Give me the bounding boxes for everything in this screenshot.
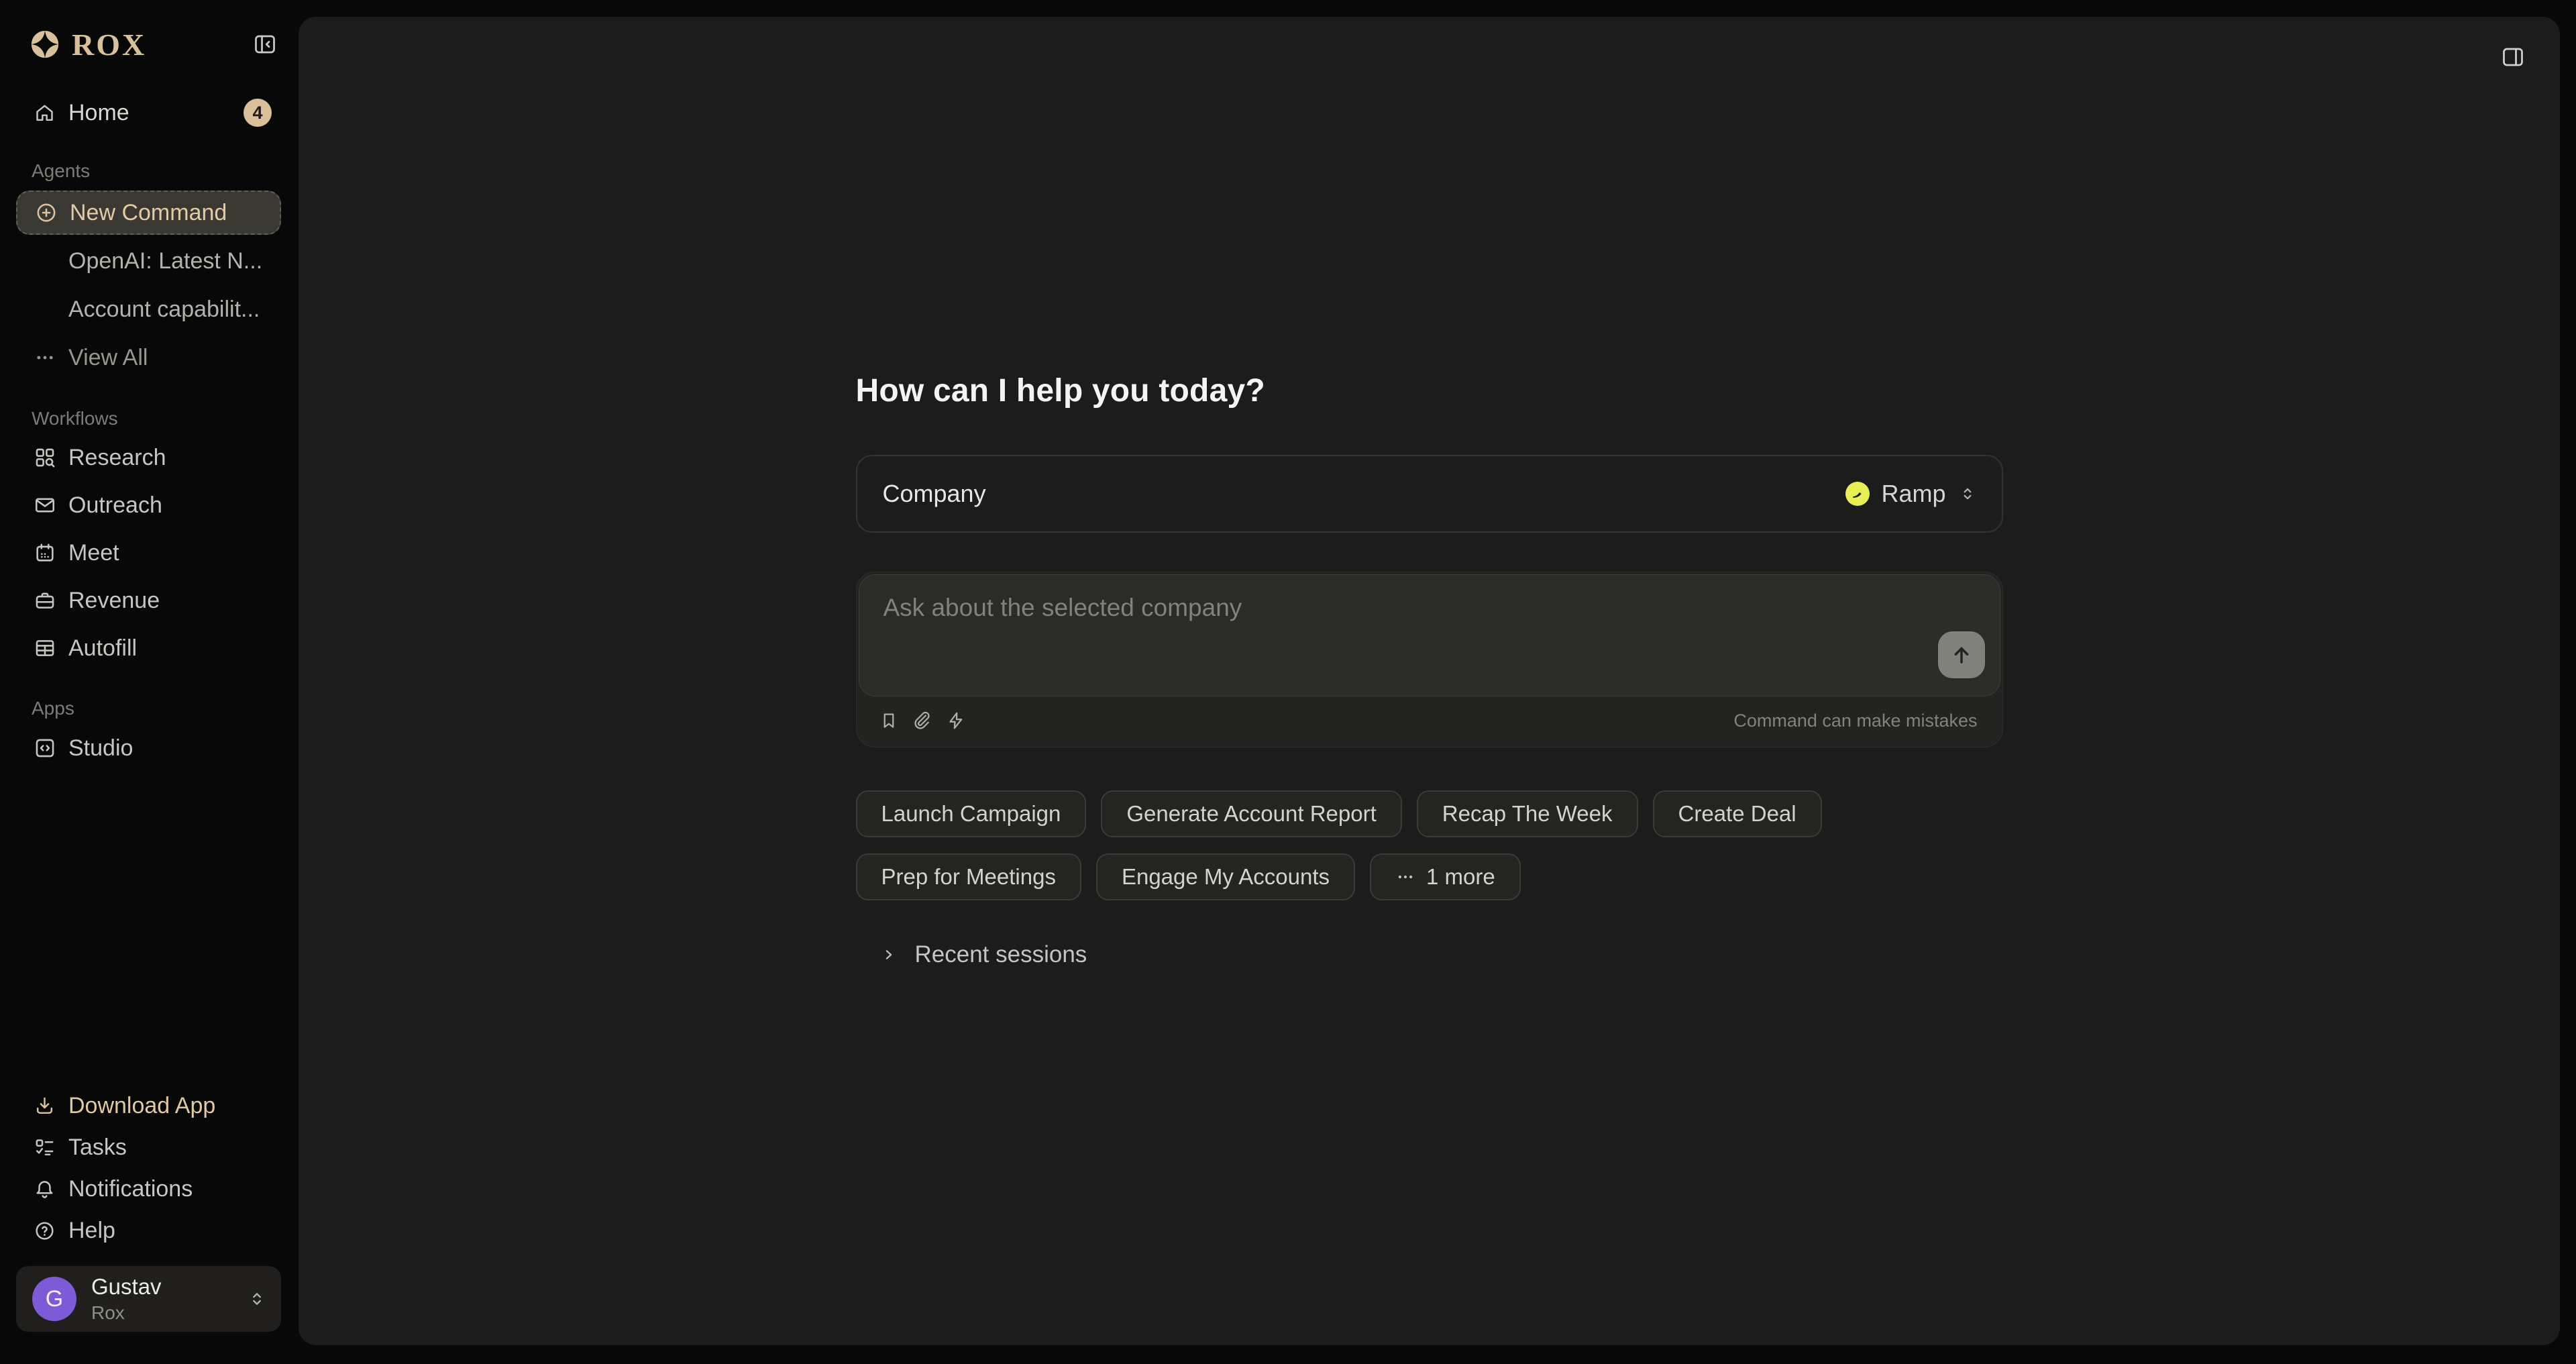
user-name: Gustav	[91, 1274, 162, 1300]
sidebar-footer: Download App Tasks Notifications	[16, 1085, 281, 1332]
chip-engage-my-accounts[interactable]: Engage My Accounts	[1096, 853, 1355, 900]
chevrons-up-down-icon	[246, 1288, 268, 1310]
chip-recap-the-week[interactable]: Recap The Week	[1417, 790, 1638, 837]
sidebar-item-autofill[interactable]: Autofill	[16, 626, 281, 670]
home-icon	[34, 102, 56, 124]
send-button[interactable]	[1938, 631, 1985, 678]
chevron-right-icon	[879, 945, 899, 965]
company-row: Company Ramp	[856, 455, 2003, 533]
sidebar-collapse-icon[interactable]	[253, 32, 277, 56]
chip-prep-for-meetings[interactable]: Prep for Meetings	[856, 853, 1081, 900]
user-meta: Gustav Rox	[91, 1274, 162, 1324]
chip-label: Create Deal	[1678, 801, 1796, 827]
sidebar-item-help[interactable]: Help	[16, 1210, 281, 1251]
suggestion-chips: Launch Campaign Generate Account Report …	[856, 790, 2037, 900]
sidebar-item-label: Notifications	[68, 1176, 193, 1202]
sidebar-item-label: Studio	[68, 735, 133, 762]
chip-more[interactable]: 1 more	[1370, 853, 1521, 900]
ellipsis-icon	[34, 346, 56, 369]
chip-create-deal[interactable]: Create Deal	[1653, 790, 1822, 837]
sidebar-item-meet[interactable]: Meet	[16, 531, 281, 575]
home-count-badge: 4	[244, 99, 272, 127]
sidebar: ROX Home 4 Agents New Command OpenAI: La…	[0, 0, 299, 1364]
ellipsis-icon	[1395, 867, 1415, 887]
section-label-apps: Apps	[16, 697, 281, 720]
prompt-input[interactable]	[883, 594, 1876, 677]
sidebar-item-account-session[interactable]: Account capabilit...	[16, 287, 281, 331]
sidebar-item-label: Home	[68, 100, 129, 126]
chip-label: Prep for Meetings	[881, 864, 1056, 890]
right-panel-toggle-icon[interactable]	[2501, 45, 2525, 69]
zap-icon[interactable]	[946, 711, 966, 731]
main-panel: How can I help you today? Company Ramp	[299, 17, 2560, 1345]
chip-label: Engage My Accounts	[1122, 864, 1330, 890]
download-icon	[34, 1095, 56, 1117]
sidebar-item-new-command[interactable]: New Command	[16, 191, 281, 235]
chip-label: Recap The Week	[1442, 801, 1613, 827]
prompt-column: How can I help you today? Company Ramp	[856, 17, 2003, 978]
chip-label: Generate Account Report	[1126, 801, 1376, 827]
paperclip-icon[interactable]	[912, 711, 932, 731]
sidebar-item-label: Autofill	[68, 635, 137, 662]
plus-circle-icon	[35, 201, 58, 224]
composer: Command can make mistakes	[856, 572, 2003, 747]
company-label: Company	[883, 480, 986, 508]
grid-search-icon	[34, 446, 56, 469]
sidebar-item-notifications[interactable]: Notifications	[16, 1168, 281, 1210]
briefcase-icon	[34, 589, 56, 612]
sidebar-item-label: OpenAI: Latest N...	[68, 248, 262, 274]
sidebar-item-studio[interactable]: Studio	[16, 726, 281, 770]
sidebar-item-tasks[interactable]: Tasks	[16, 1126, 281, 1168]
sidebar-item-label: Meet	[68, 540, 119, 566]
user-menu[interactable]: G Gustav Rox	[16, 1266, 281, 1332]
sidebar-item-label: New Command	[70, 200, 227, 226]
avatar: G	[32, 1277, 76, 1321]
chip-label: 1 more	[1426, 864, 1495, 890]
composer-footer: Command can make mistakes	[859, 696, 2000, 745]
chevrons-up-down-icon	[1957, 484, 1978, 504]
page-title: How can I help you today?	[856, 374, 2003, 408]
sidebar-item-research[interactable]: Research	[16, 435, 281, 480]
user-org: Rox	[91, 1302, 162, 1324]
arrow-up-icon	[1949, 642, 1974, 668]
chip-launch-campaign[interactable]: Launch Campaign	[856, 790, 1087, 837]
bell-icon	[34, 1178, 56, 1200]
sidebar-item-revenue[interactable]: Revenue	[16, 578, 281, 623]
chip-label: Launch Campaign	[881, 801, 1061, 827]
sidebar-item-label: Revenue	[68, 588, 160, 614]
chip-generate-account-report[interactable]: Generate Account Report	[1101, 790, 1401, 837]
code-square-icon	[34, 737, 56, 759]
calendar-icon	[34, 541, 56, 564]
sidebar-item-label: Download App	[68, 1093, 215, 1119]
recent-sessions-toggle[interactable]: Recent sessions	[856, 931, 2003, 978]
tasks-icon	[34, 1137, 56, 1159]
sidebar-item-label: Research	[68, 445, 166, 471]
brand-logo-row: ROX	[16, 25, 281, 63]
brand-name: ROX	[72, 27, 146, 62]
recent-sessions-label: Recent sessions	[915, 941, 1087, 968]
bookmark-icon[interactable]	[879, 711, 899, 731]
section-label-workflows: Workflows	[16, 407, 281, 430]
sidebar-item-label: Account capabilit...	[68, 297, 260, 323]
company-select[interactable]: Ramp	[1837, 473, 1985, 515]
ramp-logo-icon	[1845, 482, 1870, 506]
sidebar-item-openai-session[interactable]: OpenAI: Latest N...	[16, 239, 281, 283]
sidebar-item-label: Help	[68, 1218, 115, 1244]
mail-icon	[34, 494, 56, 517]
help-circle-icon	[34, 1220, 56, 1242]
disclaimer-text: Command can make mistakes	[1733, 711, 1977, 731]
rox-logo-icon	[30, 30, 60, 59]
selected-company: Ramp	[1881, 480, 1945, 508]
sidebar-item-download-app[interactable]: Download App	[16, 1085, 281, 1126]
section-label-agents: Agents	[16, 160, 281, 182]
sidebar-item-view-all[interactable]: View All	[16, 335, 281, 380]
sidebar-item-home[interactable]: Home 4	[16, 94, 281, 132]
sidebar-item-outreach[interactable]: Outreach	[16, 483, 281, 527]
composer-input-area	[859, 574, 2000, 696]
sidebar-item-label: View All	[68, 345, 148, 371]
sidebar-item-label: Outreach	[68, 492, 162, 519]
sidebar-item-label: Tasks	[68, 1135, 127, 1161]
table-icon	[34, 637, 56, 660]
